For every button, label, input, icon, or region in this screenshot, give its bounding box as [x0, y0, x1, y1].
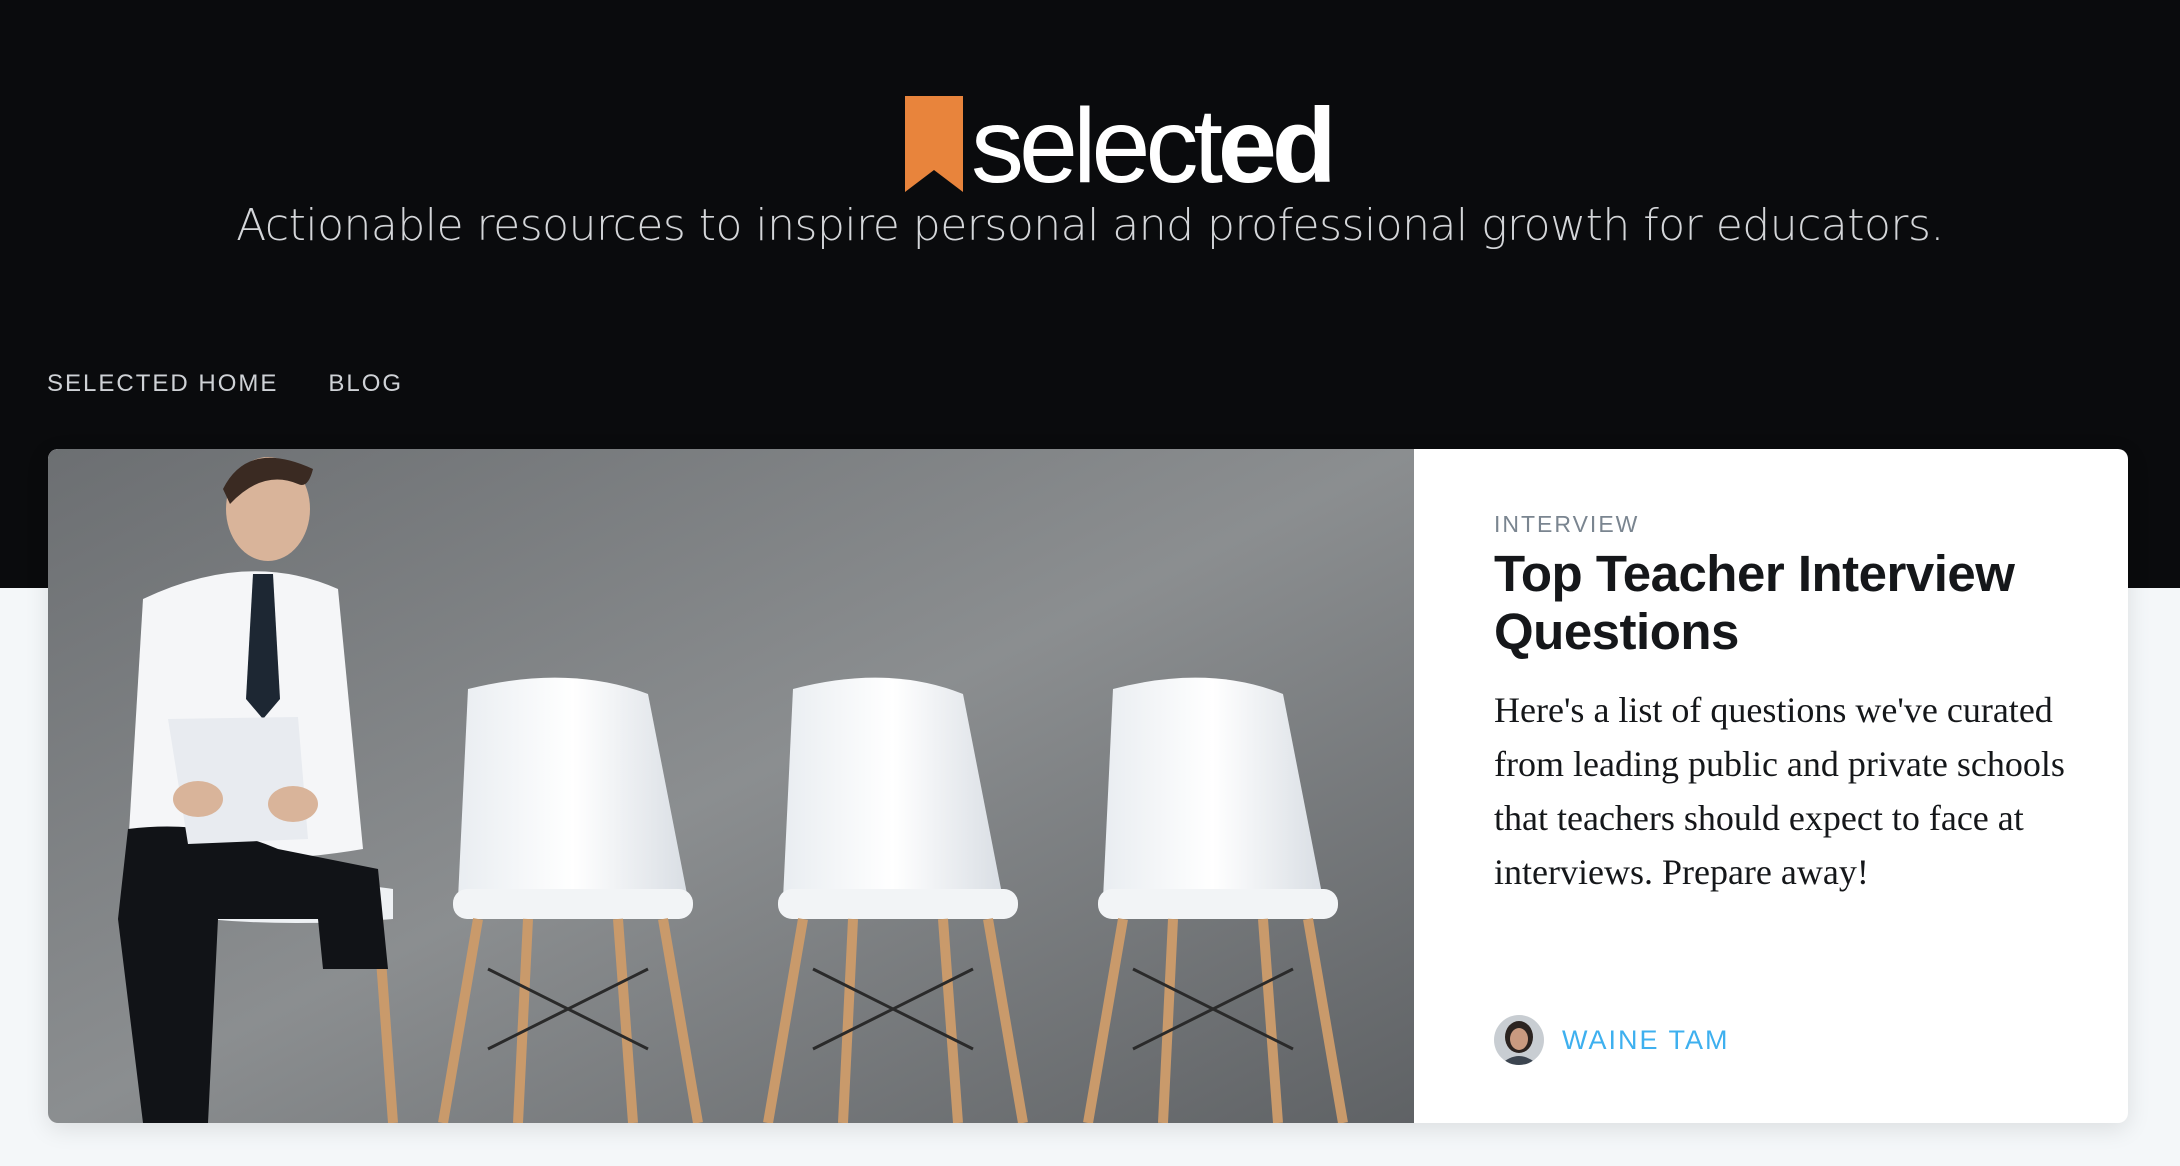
post-excerpt: Here's a list of questions we've curated… [1494, 690, 2065, 892]
featured-post-image[interactable] [48, 449, 1414, 1123]
post-category[interactable]: INTERVIEW [1494, 511, 1639, 538]
job-interview-waiting-chairs-photo [48, 449, 1414, 1123]
nav-item-selected-home[interactable]: SELECTED HOME [47, 370, 278, 398]
avatar[interactable] [1494, 1015, 1544, 1065]
bookmark-icon [905, 96, 963, 192]
featured-post-content: INTERVIEW Top Teacher Interview Question… [1414, 449, 2128, 1123]
featured-post-card[interactable]: INTERVIEW Top Teacher Interview Question… [48, 449, 2128, 1123]
nav-item-blog[interactable]: BLOG [328, 370, 403, 398]
author-name-link[interactable]: WAINE TAM [1562, 1025, 1730, 1056]
site-logo[interactable]: selected [905, 87, 1337, 205]
post-author[interactable]: WAINE TAM [1494, 1015, 1730, 1065]
site-tagline: Actionable resources to inspire personal… [236, 200, 1944, 251]
post-title[interactable]: Top Teacher Interview Questions [1494, 545, 2114, 661]
logo-wordmark: selected [971, 87, 1337, 205]
main-nav: SELECTED HOME BLOG [47, 370, 403, 398]
